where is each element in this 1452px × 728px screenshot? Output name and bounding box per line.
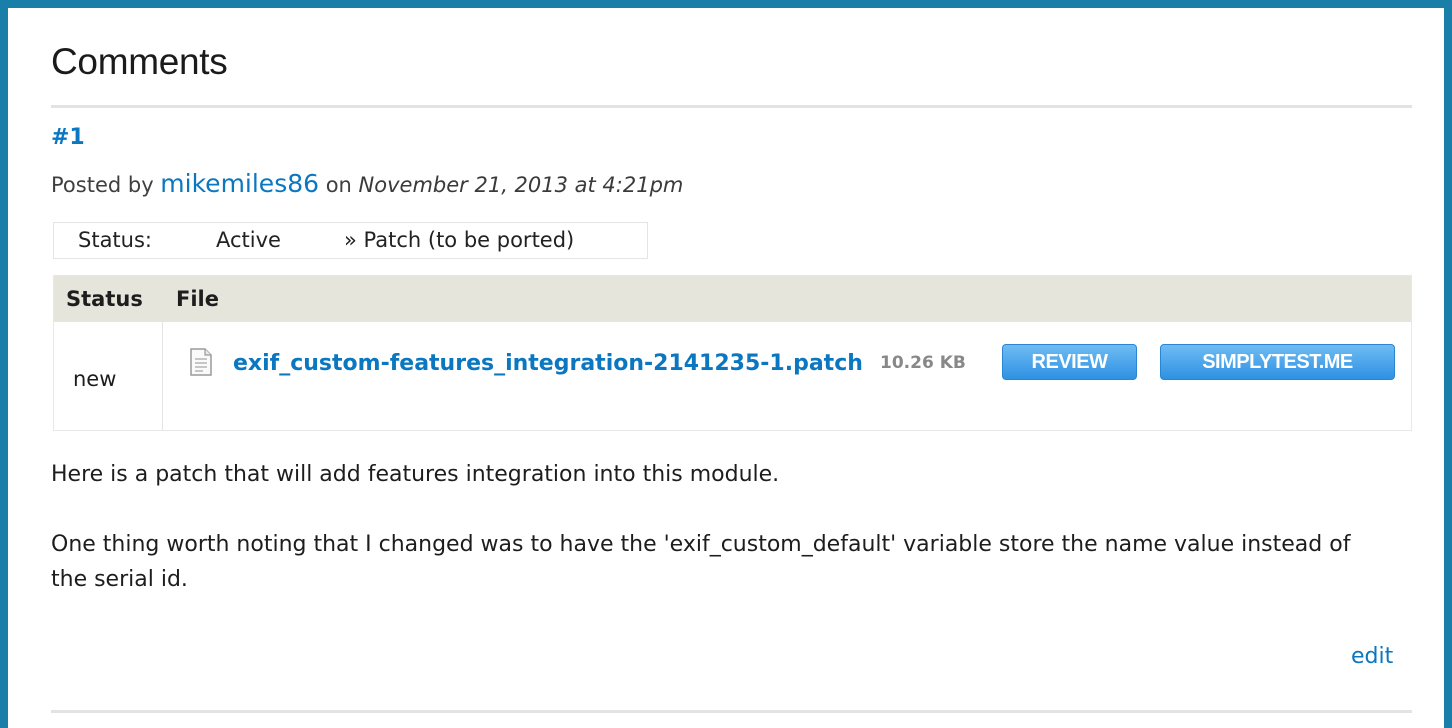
edit-link[interactable]: edit [1351,644,1393,669]
comment-date: November 21, 2013 at 4:21pm [358,173,684,197]
file-status: new [73,367,117,391]
comment-submitted: Posted by mikemiles86 on November 21, 20… [51,169,683,198]
comments-panel: Comments #1 Posted by mikemiles86 on Nov… [8,8,1444,728]
file-size: 10.26 KB [880,353,966,373]
heading-divider [51,105,1412,108]
column-divider [162,322,163,431]
comment-paragraph: One thing worth noting that I changed wa… [51,532,1351,592]
author-link[interactable]: mikemiles86 [160,169,319,198]
status-label: Status: [78,228,152,252]
status-to: » Patch (to be ported) [344,228,575,252]
header-status: Status [66,287,143,311]
patch-file-link[interactable]: exif_custom-features_integration-2141235… [233,346,873,381]
simplytest-button[interactable]: SIMPLYTEST.ME [1160,344,1395,380]
status-change-table: Status: Active » Patch (to be ported) [53,222,648,259]
comments-heading: Comments [51,41,228,82]
review-button[interactable]: REVIEW [1002,344,1137,380]
comment-paragraph: Here is a patch that will add features i… [51,462,780,487]
comment-body: Here is a patch that will add features i… [51,457,1391,632]
header-file: File [176,287,219,311]
files-table-header: Status File [54,276,1411,322]
status-from: Active [216,228,281,252]
comment-permalink[interactable]: #1 [51,125,85,150]
comment-divider [51,710,1412,713]
posted-by-label: Posted by [51,173,161,197]
files-table: Status File new exif_custom-features_int… [53,275,1412,431]
file-icon [189,348,213,376]
on-label: on [319,173,359,197]
